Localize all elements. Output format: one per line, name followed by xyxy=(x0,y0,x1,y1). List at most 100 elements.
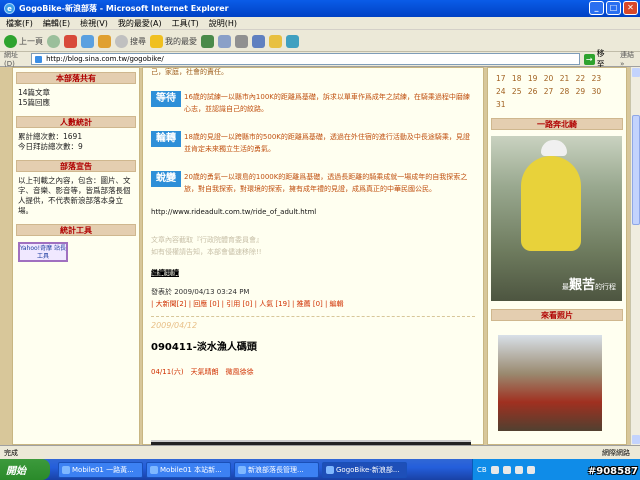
scroll-thumb[interactable] xyxy=(632,115,640,225)
vertical-scrollbar[interactable] xyxy=(630,67,640,445)
sidebar-heading-photos: 來看照片 xyxy=(491,309,623,321)
post-meta: 發表於 2009/04/13 03:24 PM | 大新聞[2] | 回應 [0… xyxy=(151,286,475,310)
window-controls: _ □ ✕ xyxy=(589,1,638,15)
stage-tag: 輪轉 xyxy=(151,131,181,147)
stage-paragraph: 蛻變 20歲的勇氣一以環島的1000K的距離爲基礎，透過長距離的騎乘成就一場成年… xyxy=(151,171,475,196)
menu-tools[interactable]: 工具(T) xyxy=(172,18,199,29)
folder-button[interactable] xyxy=(269,34,282,48)
posts-count: 14篇文章 xyxy=(18,88,51,97)
home-button[interactable] xyxy=(98,34,111,48)
folder-icon xyxy=(269,34,282,48)
task-button[interactable]: Mobile01 本站新... xyxy=(146,461,231,478)
read-more-link[interactable]: 繼續閱讀 xyxy=(151,268,475,278)
cyclist-photo[interactable]: 最艱苦的行程 xyxy=(491,136,622,301)
task-button-active[interactable]: GogoBike-新浪部... xyxy=(322,461,407,478)
back-button[interactable]: 上一頁 xyxy=(4,34,43,48)
print-icon xyxy=(235,34,248,48)
sidebar-posts-body: 14篇文章 15篇回應 xyxy=(13,84,139,112)
task-button[interactable]: Mobile01 一路黃... xyxy=(58,461,143,478)
messenger-icon xyxy=(286,34,299,48)
main-content: 己，家庭，社會的責任。 等待 16歲的試練一以縣市內100K的距離爲基礎，訴求以… xyxy=(142,67,484,445)
stage-paragraph: 等待 16歲的試練一以縣市內100K的距離爲基礎，訴求以單車作爲成年之試練，在騎… xyxy=(151,91,475,116)
links-button[interactable]: 連結 » xyxy=(620,50,640,68)
address-input[interactable]: http://blog.sina.com.tw/gogobike/ xyxy=(31,53,580,65)
messenger-button[interactable] xyxy=(286,34,299,48)
right-sidebar: 17 18 19 20 21 22 23 24 25 26 27 28 29 3… xyxy=(487,67,627,445)
replies-count: 15篇回應 xyxy=(18,98,51,107)
refresh-button[interactable] xyxy=(81,34,94,48)
source-note: 文章內容截取『行政院體育委員會』 如有侵權請告知，本部會儘速移除!! xyxy=(151,234,475,258)
close-button[interactable]: ✕ xyxy=(623,1,638,15)
sidebar-heading-posts: 本部落共有 xyxy=(16,72,136,84)
tray-icon[interactable] xyxy=(526,465,535,474)
stage-text: 20歲的勇氣一以環島的1000K的距離爲基礎，透過長距離的騎乘成就一場成年的自我… xyxy=(184,173,468,193)
calendar-row: 31 xyxy=(496,100,506,109)
status-bar: 完成 網際網路 xyxy=(0,445,640,459)
yahoo-webmaster-badge[interactable]: Yahoo!奇摩 站長工具 xyxy=(18,242,68,262)
tray-icon[interactable] xyxy=(502,465,511,474)
notice-line: 人提供，不代表新浪部落本身立 xyxy=(18,196,123,205)
go-arrow-icon: → xyxy=(583,53,595,65)
address-bar: 網址(D) http://blog.sina.com.tw/gogobike/ … xyxy=(0,49,640,69)
start-button[interactable]: 開始 xyxy=(0,459,50,480)
minimize-button[interactable]: _ xyxy=(589,1,604,15)
posted-time: 發表於 2009/04/13 03:24 PM xyxy=(151,288,250,296)
scroll-down-arrow[interactable] xyxy=(632,435,640,444)
tray-icon[interactable] xyxy=(490,465,499,474)
maximize-button[interactable]: □ xyxy=(606,1,621,15)
post-title[interactable]: 090411-淡水漁人碼頭 xyxy=(151,338,475,353)
today-visits: 今日拜訪總次數：9 xyxy=(18,142,83,151)
menu-favorites[interactable]: 我的最愛(A) xyxy=(118,18,162,29)
left-sidebar: 本部落共有 14篇文章 15篇回應 人數統計 累計總次數：1691 今日拜訪總次… xyxy=(12,67,140,445)
home-icon xyxy=(98,34,111,48)
language-indicator[interactable]: CB xyxy=(477,466,487,474)
reference-link[interactable]: http://www.rideadult.com.tw/ride_of_adul… xyxy=(151,208,475,216)
calendar-row: 17 18 19 20 21 22 23 xyxy=(496,74,602,83)
rider-figure xyxy=(521,156,581,251)
notice-line: 以上刊載之內容，包含：圖片、文 xyxy=(18,176,131,185)
divider xyxy=(151,316,475,317)
mail-icon xyxy=(218,34,231,48)
sidebar-heading-stats: 人數統計 xyxy=(16,116,136,128)
history-button[interactable] xyxy=(201,34,214,48)
watermark: #908587 xyxy=(587,466,638,477)
back-arrow-icon xyxy=(4,34,17,48)
notice-line: 場。 xyxy=(18,206,33,215)
search-label: 搜尋 xyxy=(130,36,146,46)
status-text: 完成 xyxy=(4,448,18,457)
stage-tag: 等待 xyxy=(151,91,181,107)
photo-caption: 最艱苦的行程 xyxy=(562,274,616,293)
stop-button[interactable] xyxy=(64,34,77,48)
edit-button[interactable] xyxy=(252,34,265,48)
forward-button[interactable] xyxy=(47,34,60,48)
temple-photo[interactable] xyxy=(498,335,602,431)
total-visits: 累計總次數：1691 xyxy=(18,132,83,141)
refresh-icon xyxy=(81,34,94,48)
source-line: 如有侵權請告知，本部會儘速移除!! xyxy=(151,248,262,256)
tray-icon[interactable] xyxy=(514,465,523,474)
page-viewport: 本部落共有 14篇文章 15篇回應 人數統計 累計總次數：1691 今日拜訪總次… xyxy=(0,67,630,445)
star-icon xyxy=(150,34,163,48)
post-actions[interactable]: | 大新聞[2] | 回應 [0] | 引用 [0] | 人氣 [19] | 推… xyxy=(151,298,475,310)
calendar: 17 18 19 20 21 22 23 24 25 26 27 28 29 3… xyxy=(488,68,626,115)
caption-big: 艱苦 xyxy=(568,278,595,293)
taskbar: 開始 Mobile01 一路黃... Mobile01 本站新... 新浪部落長… xyxy=(0,459,640,480)
mail-button[interactable] xyxy=(218,34,231,48)
favorites-button[interactable]: 我的最愛 xyxy=(150,34,197,48)
toolbar: 上一頁 搜尋 我的最愛 xyxy=(0,31,640,52)
print-button[interactable] xyxy=(235,34,248,48)
menu-view[interactable]: 檢視(V) xyxy=(80,18,108,29)
post-first-line: 04/11(六) 天氣晴朗 微風徐徐 xyxy=(151,368,254,376)
calendar-row: 24 25 26 27 28 29 30 xyxy=(496,87,602,96)
menu-file[interactable]: 檔案(F) xyxy=(6,18,33,29)
menu-edit[interactable]: 編輯(E) xyxy=(43,18,70,29)
sidebar-notice-body: 以上刊載之內容，包含：圖片、文 字、音樂、影音等，皆爲部落長個 人提供，不代表新… xyxy=(13,172,139,220)
task-button[interactable]: 新浪部落長管理... xyxy=(234,461,319,478)
menu-help[interactable]: 說明(H) xyxy=(209,18,237,29)
helmet-figure xyxy=(541,140,567,156)
search-button[interactable]: 搜尋 xyxy=(115,34,146,48)
forward-arrow-icon xyxy=(47,34,60,48)
scroll-up-arrow[interactable] xyxy=(632,68,640,77)
window-titlebar: e GogoBike-新浪部落 - Microsoft Internet Exp… xyxy=(0,0,640,17)
edit-icon xyxy=(252,34,265,48)
